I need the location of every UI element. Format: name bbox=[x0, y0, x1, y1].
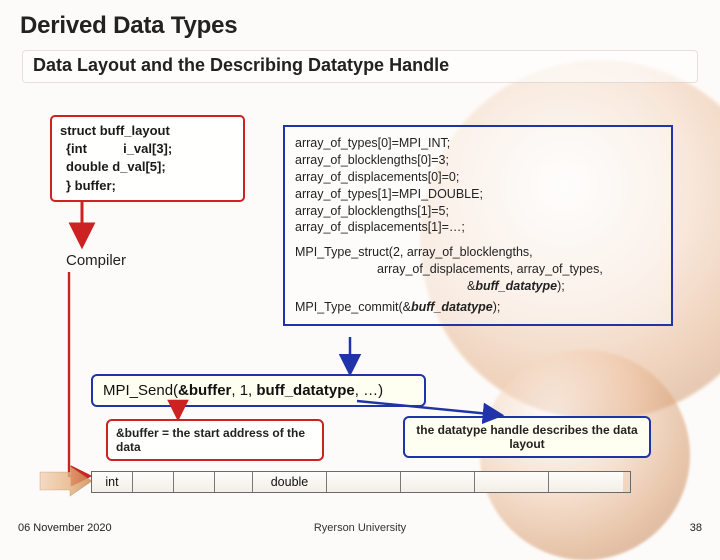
memory-cell bbox=[133, 472, 174, 492]
memory-layout-strip: int double bbox=[91, 471, 631, 493]
slide-content: Derived Data Types Data Layout and the D… bbox=[0, 0, 720, 540]
code-line: MPI_Type_commit(&buff_datatype); bbox=[295, 299, 663, 316]
code-line: array_of_blocklengths[0]=3; bbox=[295, 152, 663, 169]
code-line: array_of_displacements[1]=…; bbox=[295, 219, 663, 236]
memory-cell-double: double bbox=[253, 472, 327, 492]
code-line: array_of_types[1]=MPI_DOUBLE; bbox=[295, 186, 663, 203]
slide-subtitle: Data Layout and the Describing Datatype … bbox=[33, 55, 687, 76]
code-line: array_of_displacements, array_of_types, bbox=[295, 261, 663, 278]
footer-university: Ryerson University bbox=[0, 522, 720, 534]
mpi-send-box: MPI_Send(&buffer, 1, buff_datatype, …) bbox=[91, 374, 426, 407]
slide-title: Derived Data Types bbox=[0, 0, 720, 46]
struct-definition-box: struct buff_layout {int i_val[3]; double… bbox=[50, 115, 245, 202]
code-line: array_of_blocklengths[1]=5; bbox=[295, 203, 663, 220]
subtitle-container: Data Layout and the Describing Datatype … bbox=[22, 50, 698, 83]
code-line: MPI_Type_struct(2, array_of_blocklengths… bbox=[295, 244, 663, 261]
struct-line-3: double d_val[5]; bbox=[60, 158, 235, 176]
memory-cell bbox=[475, 472, 549, 492]
code-line: array_of_types[0]=MPI_INT; bbox=[295, 135, 663, 152]
struct-line-2: {int i_val[3]; bbox=[60, 140, 235, 158]
memory-cell-padding bbox=[215, 472, 253, 492]
struct-line-4: } buffer; bbox=[60, 177, 235, 195]
memory-cell bbox=[327, 472, 401, 492]
memory-cell bbox=[174, 472, 215, 492]
memory-cell bbox=[549, 472, 623, 492]
buffer-description-box: &buffer = the start address of the data bbox=[106, 419, 324, 461]
handle-description-box: the datatype handle describes the data l… bbox=[403, 416, 651, 458]
code-line: array_of_displacements[0]=0; bbox=[295, 169, 663, 186]
mpi-code-box: array_of_types[0]=MPI_INT; array_of_bloc… bbox=[283, 125, 673, 326]
struct-line-1: struct buff_layout bbox=[60, 122, 235, 140]
compiler-label: Compiler bbox=[66, 252, 126, 269]
memory-cell-int: int bbox=[92, 472, 133, 492]
code-line: &buff_datatype); bbox=[295, 278, 663, 295]
memory-cell bbox=[401, 472, 475, 492]
footer-page-number: 38 bbox=[690, 522, 702, 534]
